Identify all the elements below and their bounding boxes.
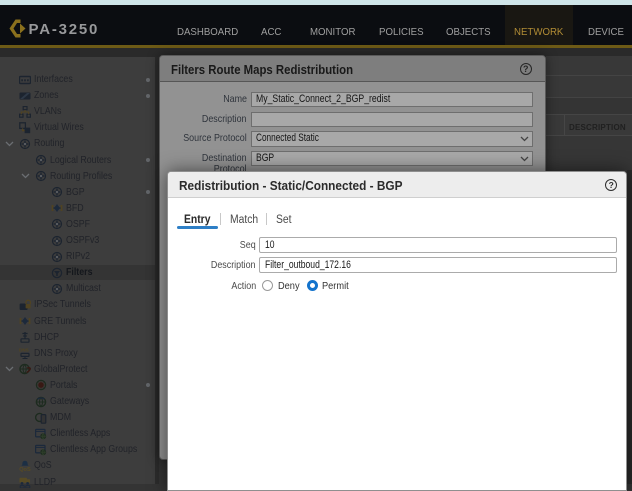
svg-text:QoS: QoS	[19, 467, 31, 472]
svg-text:DNS: DNS	[19, 348, 29, 353]
